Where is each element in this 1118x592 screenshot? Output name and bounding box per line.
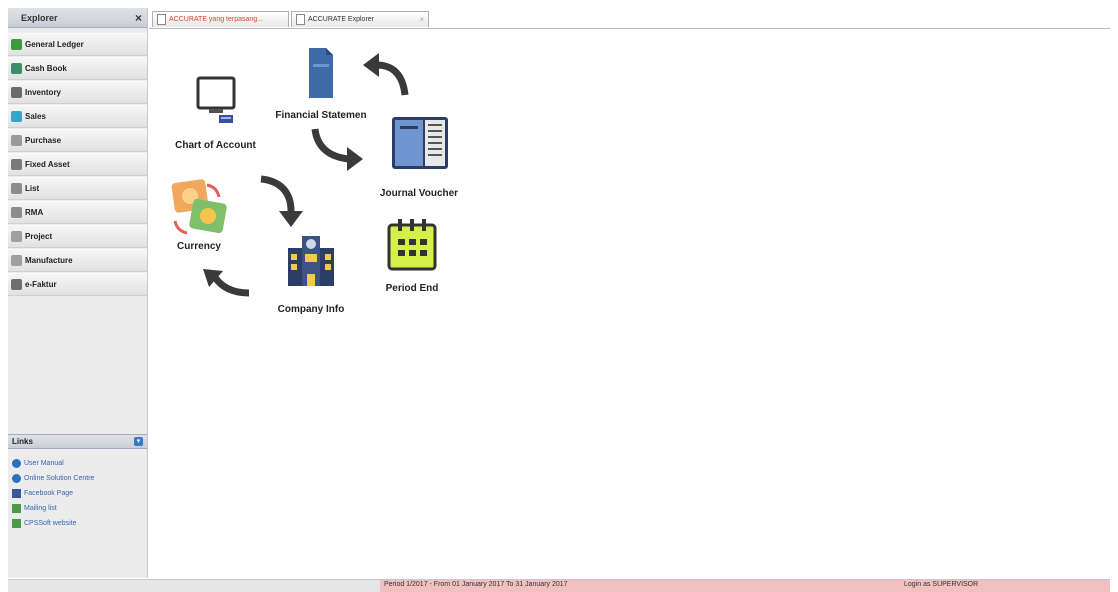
- website-icon: [12, 519, 21, 528]
- node-label: Company Info: [277, 304, 345, 315]
- node-label: Chart of Account: [175, 140, 256, 151]
- link-label: Online Solution Centre: [24, 475, 95, 482]
- node-label: Journal Voucher: [379, 188, 459, 199]
- explorer-item-inventory[interactable]: Inventory: [8, 81, 147, 104]
- node-period-end[interactable]: Period End: [367, 217, 457, 294]
- explorer-item-label: Sales: [25, 112, 46, 121]
- document-icon: [157, 14, 166, 25]
- node-label: Period End: [385, 283, 439, 294]
- link-label: Mailing list: [24, 505, 57, 512]
- inventory-icon: [11, 87, 22, 98]
- explorer-header: Explorer ×: [8, 8, 147, 28]
- flow-arrow-icon: [260, 175, 303, 227]
- node-label: Currency: [177, 241, 221, 252]
- node-journal-voucher[interactable]: Journal Voucher: [369, 114, 469, 199]
- explorer-item-label: General Ledger: [25, 40, 84, 49]
- link-user-manual[interactable]: User Manual: [12, 456, 94, 471]
- general-ledger-icon: [11, 39, 22, 50]
- explorer-item-rma[interactable]: RMA: [8, 201, 147, 224]
- document-icon: [296, 14, 305, 25]
- explorer-item-label: Manufacture: [25, 256, 73, 265]
- node-company-info[interactable]: Company Info: [261, 232, 361, 315]
- links-header: Links ▾: [8, 434, 147, 449]
- purchase-icon: [11, 135, 22, 146]
- flow-arrow-icon: [363, 53, 409, 96]
- explorer-item-e-faktur[interactable]: e-Faktur: [8, 273, 147, 296]
- explorer-item-label: RMA: [25, 208, 44, 217]
- sales-icon: [11, 111, 22, 122]
- calendar-icon: [387, 219, 437, 271]
- explorer-item-label: Inventory: [25, 88, 62, 97]
- tab-label: ACCURATE yang terpasang...: [169, 16, 264, 23]
- project-icon: [11, 231, 22, 242]
- document-tab-bar: ACCURATE yang terpasang... ACCURATE Expl…: [149, 8, 1110, 29]
- journal-voucher-icon: [392, 117, 448, 169]
- links-collapse-icon[interactable]: ▾: [134, 437, 143, 446]
- link-facebook-page[interactable]: Facebook Page: [12, 486, 94, 501]
- explorer-item-manufacture[interactable]: Manufacture: [8, 249, 147, 272]
- link-mailing-list[interactable]: Mailing list: [12, 501, 94, 516]
- tab-accurate-explorer[interactable]: ACCURATE Explorer ×: [291, 11, 429, 27]
- link-online-solution-centre[interactable]: Online Solution Centre: [12, 471, 94, 486]
- explorer-item-label: List: [25, 184, 40, 193]
- explorer-menu: General Ledger Cash Book Inventory Sales…: [8, 28, 147, 296]
- explorer-item-label: Project: [25, 232, 53, 241]
- tab-close-icon[interactable]: ×: [419, 15, 424, 24]
- status-bar: Period 1/2017 - From 01 January 2017 To …: [8, 579, 1110, 592]
- explorer-item-label: Cash Book: [25, 64, 67, 73]
- help-icon: [12, 459, 21, 468]
- flow-arrow-icon: [203, 269, 250, 297]
- explorer-item-label: e-Faktur: [25, 280, 57, 289]
- manufacture-icon: [11, 255, 22, 266]
- link-label: Facebook Page: [24, 490, 74, 497]
- explorer-item-sales[interactable]: Sales: [8, 105, 147, 128]
- e-faktur-icon: [11, 279, 22, 290]
- explorer-item-label: Fixed Asset: [25, 160, 70, 169]
- explorer-workspace: Chart of Account Financial Statemen Jour…: [149, 29, 1110, 578]
- tab-label: ACCURATE Explorer: [308, 16, 374, 23]
- tab-accurate-installed[interactable]: ACCURATE yang terpasang...: [152, 11, 289, 27]
- period-text: Period 1/2017 - From 01 January 2017 To …: [384, 581, 568, 588]
- explorer-item-project[interactable]: Project: [8, 225, 147, 248]
- explorer-item-purchase[interactable]: Purchase: [8, 129, 147, 152]
- company-building-icon: [288, 236, 334, 286]
- mailing-list-icon: [12, 504, 21, 513]
- node-chart-of-account[interactable]: Chart of Account: [163, 76, 268, 151]
- help-icon: [12, 474, 21, 483]
- node-label: Financial Statemen: [275, 110, 367, 121]
- node-currency[interactable]: Currency: [164, 177, 234, 252]
- currency-icon: [171, 179, 227, 235]
- link-cpssoft-website[interactable]: CPSSoft website: [12, 516, 94, 531]
- period-status: Period 1/2017 - From 01 January 2017 To …: [380, 580, 1110, 592]
- links-list: User Manual Online Solution Centre Faceb…: [12, 456, 94, 531]
- explorer-item-list[interactable]: List: [8, 177, 147, 200]
- login-text: Login as SUPERVISOR: [904, 581, 979, 588]
- cash-book-icon: [11, 63, 22, 74]
- link-label: CPSSoft website: [24, 520, 77, 527]
- facebook-icon: [12, 489, 21, 498]
- explorer-item-label: Purchase: [25, 136, 62, 145]
- explorer-close-icon[interactable]: ×: [135, 11, 142, 25]
- links-title: Links: [12, 437, 33, 446]
- financial-statement-icon: [309, 48, 333, 98]
- explorer-panel: Explorer × General Ledger Cash Book Inve…: [8, 8, 148, 578]
- monitor-icon: [196, 76, 235, 123]
- flow-arrow-icon: [311, 128, 363, 171]
- rma-icon: [11, 207, 22, 218]
- explorer-item-fixed-asset[interactable]: Fixed Asset: [8, 153, 147, 176]
- fixed-asset-icon: [11, 159, 22, 170]
- list-icon: [11, 183, 22, 194]
- explorer-item-cash-book[interactable]: Cash Book: [8, 57, 147, 80]
- explorer-item-general-ledger[interactable]: General Ledger: [8, 33, 147, 56]
- explorer-title: Explorer: [21, 12, 58, 23]
- link-label: User Manual: [24, 460, 64, 467]
